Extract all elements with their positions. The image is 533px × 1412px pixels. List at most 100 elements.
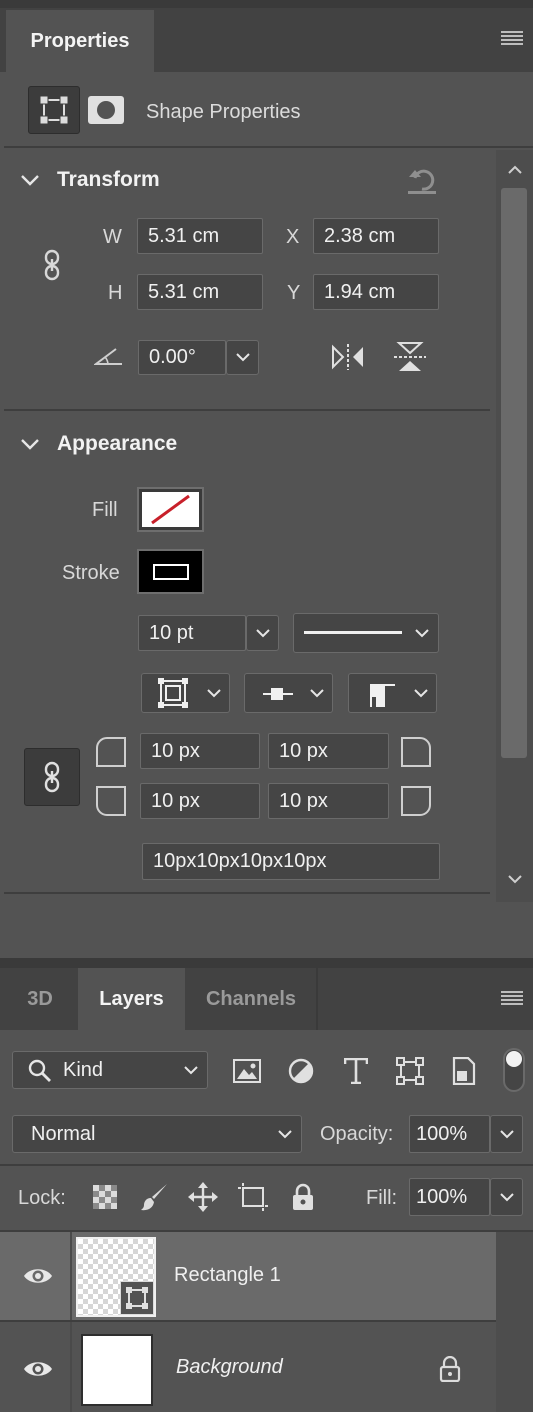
corner-tl-icon: [94, 735, 128, 769]
fill-dropdown[interactable]: [490, 1178, 523, 1216]
tab-channels[interactable]: Channels: [186, 968, 318, 1030]
lock-transparent-icon[interactable]: [90, 1182, 120, 1212]
tab-channels-label: Channels: [205, 987, 297, 1010]
corner-bl-field[interactable]: 10 px: [140, 783, 260, 819]
filter-adjustment-icon[interactable]: [285, 1056, 317, 1086]
filter-type-icon[interactable]: [340, 1056, 372, 1086]
transform-title: Transform: [57, 168, 160, 191]
x-label: X: [286, 226, 300, 248]
layers-panel: 3D Layers Channels Kind Normal Opacity: …: [0, 968, 533, 1412]
filter-toggle[interactable]: [503, 1048, 525, 1092]
panel-separator[interactable]: [0, 958, 533, 968]
width-label: W: [103, 226, 122, 248]
divider: [0, 1164, 533, 1166]
stroke-corners-dropdown[interactable]: [348, 673, 437, 713]
divider: [4, 409, 490, 411]
opacity-dropdown[interactable]: [490, 1115, 523, 1153]
chevron-down-icon: [179, 1052, 203, 1088]
shape-layer-badge-icon: [120, 1281, 154, 1315]
lock-artboard-icon[interactable]: [235, 1180, 271, 1214]
height-field[interactable]: 5.31 cm: [137, 274, 263, 310]
filter-kind-dropdown[interactable]: Kind: [12, 1051, 208, 1089]
angle-dropdown-button[interactable]: [226, 340, 259, 375]
tab-3d[interactable]: 3D: [4, 968, 76, 1030]
scroll-down-icon[interactable]: [506, 872, 524, 886]
stroke-type-dropdown[interactable]: [293, 613, 439, 653]
layer-thumbnail[interactable]: [81, 1334, 153, 1406]
corner-br-field[interactable]: 10 px: [268, 783, 389, 819]
layer-lock-icon: [437, 1354, 463, 1384]
chevron-down-icon: [247, 616, 278, 650]
stroke-align-dropdown[interactable]: [141, 673, 230, 713]
tab-3d-label: 3D: [27, 987, 53, 1010]
width-field[interactable]: 5.31 cm: [137, 218, 263, 254]
scroll-thumb[interactable]: [501, 188, 527, 758]
visibility-eye-icon[interactable]: [18, 1355, 58, 1383]
stroke-swatch[interactable]: [137, 549, 204, 594]
divider: [4, 892, 490, 894]
corner-tl-field[interactable]: 10 px: [140, 733, 260, 769]
layer-name-rectangle[interactable]: Rectangle 1: [174, 1264, 281, 1287]
stroke-width-field[interactable]: 10 pt: [138, 615, 246, 651]
tab-layers-label: Layers: [99, 987, 164, 1010]
link-dimensions-icon[interactable]: [38, 246, 66, 284]
stroke-width-dropdown[interactable]: [246, 615, 279, 651]
scroll-up-icon[interactable]: [506, 162, 524, 176]
filter-smart-object-icon[interactable]: [448, 1056, 480, 1086]
layer-row-rectangle[interactable]: Rectangle 1: [0, 1232, 496, 1320]
reset-transform-icon[interactable]: [404, 164, 440, 196]
corner-tr-field[interactable]: 10 px: [268, 733, 389, 769]
y-field[interactable]: 1.94 cm: [313, 274, 439, 310]
fill-swatch[interactable]: [137, 487, 204, 532]
tab-layers[interactable]: Layers: [78, 968, 185, 1030]
filter-shape-icon[interactable]: [394, 1056, 426, 1086]
tab-properties-label: Properties: [30, 29, 130, 52]
properties-panel: Properties Shape Properties Transform W …: [0, 0, 533, 962]
x-field[interactable]: 2.38 cm: [313, 218, 439, 254]
layers-panel-menu-icon[interactable]: [498, 986, 526, 1010]
stroke-preview: [152, 563, 189, 580]
chevron-down-icon: [305, 674, 329, 712]
stroke-line-preview: [304, 631, 402, 634]
blend-mode-dropdown[interactable]: Normal: [12, 1115, 302, 1153]
filter-pixel-icon[interactable]: [230, 1056, 264, 1086]
appearance-title: Appearance: [57, 432, 178, 455]
shape-properties-icon[interactable]: [28, 86, 80, 134]
layer-separator: [70, 1322, 72, 1412]
layer-name-background[interactable]: Background: [176, 1356, 283, 1379]
transform-collapse-icon[interactable]: [18, 170, 42, 190]
flip-vertical-icon[interactable]: [392, 338, 428, 376]
mask-properties-icon[interactable]: [86, 94, 126, 126]
panel-menu-icon[interactable]: [498, 26, 526, 50]
chevron-down-icon: [409, 674, 433, 712]
opacity-label: Opacity:: [320, 1123, 394, 1145]
fill-label: Fill: [92, 499, 118, 521]
appearance-collapse-icon[interactable]: [18, 434, 42, 454]
layer-row-background[interactable]: Background: [0, 1322, 496, 1412]
fill-field[interactable]: 100%: [409, 1178, 490, 1216]
search-icon: [27, 1058, 53, 1084]
tab-properties[interactable]: Properties: [6, 10, 154, 72]
visibility-eye-icon[interactable]: [18, 1262, 58, 1290]
lock-all-icon[interactable]: [288, 1180, 318, 1214]
lock-position-icon[interactable]: [186, 1180, 220, 1214]
flip-horizontal-icon[interactable]: [328, 342, 368, 372]
blend-mode-label: Normal: [31, 1123, 96, 1145]
layers-scroll-track[interactable]: [496, 1232, 533, 1412]
opacity-field[interactable]: 100%: [409, 1115, 490, 1153]
corners-combined-field[interactable]: 10px10px10px10px: [142, 843, 440, 880]
shape-properties-title: Shape Properties: [146, 101, 301, 123]
stroke-caps-dropdown[interactable]: [244, 673, 333, 713]
stroke-corners-icon: [365, 680, 399, 708]
angle-field[interactable]: 0.00°: [138, 340, 226, 375]
link-corners-button[interactable]: [24, 748, 80, 806]
corner-br-icon: [399, 784, 433, 818]
chevron-down-icon: [227, 341, 258, 374]
properties-scrollbar[interactable]: [496, 150, 533, 902]
stroke-label: Stroke: [62, 562, 120, 584]
chevron-down-icon: [491, 1179, 522, 1215]
height-label: H: [108, 282, 123, 304]
layer-thumbnail[interactable]: [76, 1237, 156, 1317]
lock-pixels-icon[interactable]: [138, 1180, 172, 1214]
corner-bl-icon: [94, 784, 128, 818]
